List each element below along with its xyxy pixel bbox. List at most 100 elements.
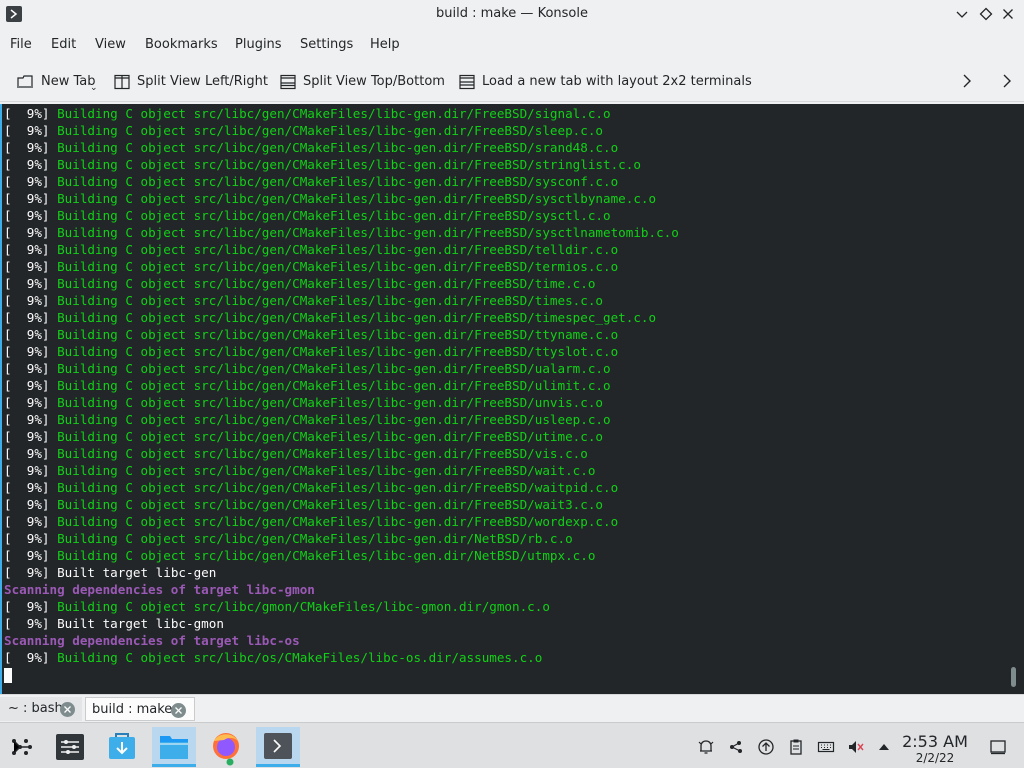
build-step-text: Building C object src/libc/gen/CMakeFile… bbox=[57, 429, 604, 444]
build-percent: [ 9%] bbox=[4, 463, 50, 478]
show-desktop-icon[interactable] bbox=[989, 738, 1007, 756]
layout-icon bbox=[458, 73, 476, 95]
terminal-line: Scanning dependencies of target libc-os bbox=[4, 632, 1004, 649]
update-notifier-icon[interactable] bbox=[757, 738, 775, 756]
keyboard-layout-icon[interactable] bbox=[817, 738, 835, 756]
build-step-text: Building C object src/libc/os/CMakeFiles… bbox=[57, 650, 543, 665]
terminal-line: [ 9%] Building C object src/libc/gen/CMa… bbox=[4, 360, 1004, 377]
terminal-line: [ 9%] Building C object src/libc/gen/CMa… bbox=[4, 445, 1004, 462]
terminal-line: [ 9%] Building C object src/libc/gen/CMa… bbox=[4, 462, 1004, 479]
maximize-icon[interactable] bbox=[978, 6, 994, 22]
terminal-line: [ 9%] Building C object src/libc/gen/CMa… bbox=[4, 258, 1004, 275]
volume-muted-icon[interactable] bbox=[847, 738, 865, 756]
minimize-icon[interactable] bbox=[954, 6, 970, 22]
tab-build-make[interactable]: build : make bbox=[85, 697, 195, 721]
terminal-line: [ 9%] Building C object src/libc/gen/CMa… bbox=[4, 292, 1004, 309]
build-percent: [ 9%] bbox=[4, 123, 50, 138]
tab-bash[interactable]: ~ : bash bbox=[0, 697, 82, 721]
application-launcher-icon[interactable] bbox=[0, 727, 44, 767]
firefox-icon[interactable] bbox=[204, 727, 248, 767]
terminal-view[interactable]: [ 9%] Building C object src/libc/gen/CMa… bbox=[0, 104, 1024, 694]
build-step-text: Building C object src/libc/gen/CMakeFile… bbox=[57, 327, 619, 342]
split-top-bottom-icon bbox=[279, 73, 297, 95]
build-percent: [ 9%] bbox=[4, 242, 50, 257]
tab-build-make-close-icon[interactable] bbox=[171, 703, 186, 718]
build-step-text: Building C object src/libc/gen/CMakeFile… bbox=[57, 548, 596, 563]
build-percent: [ 9%] bbox=[4, 548, 50, 563]
clock-time[interactable]: 2:53 AM bbox=[900, 732, 970, 751]
terminal-line: [ 9%] Building C object src/libc/gen/CMa… bbox=[4, 530, 1004, 547]
terminal-line: [ 9%] Building C object src/libc/gen/CMa… bbox=[4, 241, 1004, 258]
build-percent: [ 9%] bbox=[4, 344, 50, 359]
terminal-line: Scanning dependencies of target libc-gmo… bbox=[4, 581, 1004, 598]
build-percent: [ 9%] bbox=[4, 276, 50, 291]
terminal-line: [ 9%] Building C object src/libc/gen/CMa… bbox=[4, 309, 1004, 326]
split-view-top-bottom-button[interactable]: Split View Top/Bottom bbox=[279, 72, 445, 95]
menu-bookmarks[interactable]: Bookmarks bbox=[145, 37, 218, 52]
build-step-text: Building C object src/libc/gen/CMakeFile… bbox=[57, 497, 604, 512]
build-percent: [ 9%] bbox=[4, 293, 50, 308]
terminal-line: [ 9%] Building C object src/libc/gen/CMa… bbox=[4, 547, 1004, 564]
build-percent: [ 9%] bbox=[4, 395, 50, 410]
load-layout-label: Load a new tab with layout 2x2 terminals bbox=[482, 74, 752, 89]
tab-bash-close-icon[interactable] bbox=[60, 702, 75, 717]
build-step-text: Building C object src/libc/gen/CMakeFile… bbox=[57, 123, 604, 138]
build-step-text: Building C object src/libc/gen/CMakeFile… bbox=[57, 191, 657, 206]
terminal-cursor bbox=[4, 668, 12, 683]
terminal-line: [ 9%] Built target libc-gen bbox=[4, 564, 1004, 581]
window-title: build : make — Konsole bbox=[436, 6, 588, 21]
menu-edit[interactable]: Edit bbox=[51, 37, 76, 52]
terminal-line: [ 9%] Building C object src/libc/gen/CMa… bbox=[4, 343, 1004, 360]
new-tab-dropdown-icon[interactable]: ⌄ bbox=[90, 83, 98, 93]
scrollbar-thumb[interactable] bbox=[1011, 667, 1016, 687]
menu-file[interactable]: File bbox=[10, 37, 32, 52]
terminal-line: [ 9%] Building C object src/libc/gen/CMa… bbox=[4, 122, 1004, 139]
build-percent: [ 9%] bbox=[4, 565, 50, 580]
build-percent: [ 9%] bbox=[4, 106, 50, 121]
menu-bar: File Edit View Bookmarks Plugins Setting… bbox=[0, 30, 1024, 60]
build-step-text: Building C object src/libc/gen/CMakeFile… bbox=[57, 242, 619, 257]
terminal-line: [ 9%] Building C object src/libc/gen/CMa… bbox=[4, 326, 1004, 343]
kde-connect-icon[interactable] bbox=[727, 738, 745, 756]
build-percent: [ 9%] bbox=[4, 599, 50, 614]
terminal-line: [ 9%] Building C object src/libc/gen/CMa… bbox=[4, 394, 1004, 411]
notifications-bell-icon[interactable] bbox=[697, 738, 715, 756]
terminal-line: [ 9%] Building C object src/libc/gen/CMa… bbox=[4, 207, 1004, 224]
close-icon[interactable] bbox=[1000, 6, 1016, 22]
build-percent: [ 9%] bbox=[4, 446, 50, 461]
build-step-text: Building C object src/libc/gen/CMakeFile… bbox=[57, 395, 604, 410]
build-step-text: Building C object src/libc/gen/CMakeFile… bbox=[57, 310, 657, 325]
active-view-indicator bbox=[0, 104, 2, 694]
build-step-text: Building C object src/libc/gen/CMakeFile… bbox=[57, 514, 619, 529]
menu-plugins[interactable]: Plugins bbox=[235, 37, 282, 52]
terminal-line: [ 9%] Building C object src/libc/gmon/CM… bbox=[4, 598, 1004, 615]
new-tab-button[interactable]: New Tab ⌄ bbox=[16, 72, 100, 95]
split-view-left-right-button[interactable]: Split View Left/Right bbox=[113, 72, 268, 92]
system-settings-icon[interactable] bbox=[48, 727, 92, 767]
build-percent: [ 9%] bbox=[4, 191, 50, 206]
toolbar-overflow-chevron-icon[interactable] bbox=[999, 73, 1015, 89]
load-layout-button[interactable]: Load a new tab with layout 2x2 terminals bbox=[458, 72, 752, 95]
menu-settings[interactable]: Settings bbox=[300, 37, 353, 52]
build-percent: [ 9%] bbox=[4, 310, 50, 325]
toolbar: New Tab ⌄ Split View Left/Right Split Vi… bbox=[0, 62, 1024, 102]
new-tab-icon bbox=[16, 73, 34, 95]
tab-bar: ~ : bash build : make bbox=[0, 694, 1024, 722]
konsole-taskbar-icon[interactable] bbox=[256, 727, 300, 767]
build-step-text: Building C object src/libc/gen/CMakeFile… bbox=[57, 463, 596, 478]
discover-store-icon[interactable] bbox=[100, 727, 144, 767]
build-step-text: Building C object src/libc/gen/CMakeFile… bbox=[57, 225, 679, 240]
new-tab-label: New Tab bbox=[41, 74, 96, 89]
chevron-right-icon[interactable] bbox=[959, 73, 975, 89]
split-top-bottom-label: Split View Top/Bottom bbox=[303, 74, 445, 89]
terminal-line: [ 9%] Building C object src/libc/gen/CMa… bbox=[4, 377, 1004, 394]
menu-help[interactable]: Help bbox=[370, 37, 400, 52]
terminal-line: [ 9%] Building C object src/libc/gen/CMa… bbox=[4, 156, 1004, 173]
system-tray-expand-icon[interactable] bbox=[875, 738, 893, 756]
menu-view[interactable]: View bbox=[95, 37, 126, 52]
clock-date[interactable]: 2/2/22 bbox=[900, 751, 970, 765]
build-step-text: Building C object src/libc/gen/CMakeFile… bbox=[57, 106, 611, 121]
clipboard-icon[interactable] bbox=[787, 738, 805, 756]
build-step-text: Building C object src/libc/gen/CMakeFile… bbox=[57, 293, 604, 308]
file-manager-icon[interactable] bbox=[152, 727, 196, 767]
